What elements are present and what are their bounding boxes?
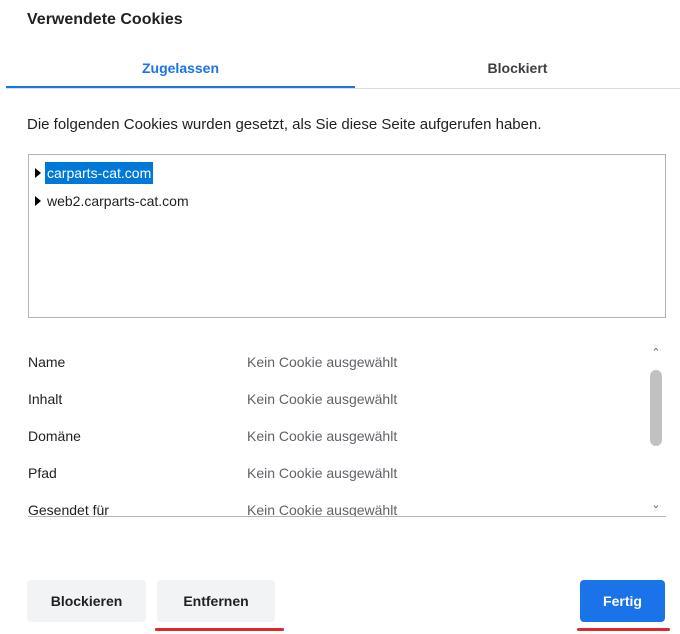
chevron-down-icon[interactable]: ⌄ [649, 498, 663, 512]
detail-key: Domäne [28, 428, 81, 444]
detail-value: Kein Cookie ausgewählt [247, 354, 398, 370]
expand-arrow-icon[interactable] [35, 168, 41, 178]
tree-item-web2-carparts-cat[interactable]: web2.carparts-cat.com [35, 190, 191, 212]
annotation-underline-remove [155, 628, 284, 631]
detail-value: Kein Cookie ausgewählt [247, 428, 398, 444]
detail-row-sent-for: Gesendet für Kein Cookie ausgewählt [28, 500, 648, 517]
block-button[interactable]: Blockieren [27, 580, 146, 622]
detail-key: Gesendet für [28, 502, 109, 517]
tab-allowed[interactable]: Zugelassen [6, 50, 355, 88]
tab-blocked[interactable]: Blockiert [355, 50, 680, 86]
detail-row-name: Name Kein Cookie ausgewählt [28, 352, 648, 372]
remove-button[interactable]: Entfernen [157, 580, 275, 622]
detail-value: Kein Cookie ausgewählt [247, 502, 398, 517]
detail-key: Inhalt [28, 391, 63, 407]
dialog-title: Verwendete Cookies [27, 11, 183, 28]
done-button[interactable]: Fertig [580, 580, 665, 622]
chevron-up-icon[interactable]: ⌃ [649, 346, 663, 360]
detail-key: Name [28, 354, 66, 370]
tab-strip: Zugelassen Blockiert [6, 50, 680, 89]
detail-row-path: Pfad Kein Cookie ausgewählt [28, 463, 648, 483]
detail-key: Pfad [28, 465, 57, 481]
cookies-description: Die folgenden Cookies wurden gesetzt, al… [27, 116, 542, 133]
scrollbar-thumb[interactable] [650, 370, 662, 446]
detail-row-domain: Domäne Kein Cookie ausgewählt [28, 426, 648, 446]
expand-arrow-icon[interactable] [35, 196, 41, 206]
cookie-details: Name Kein Cookie ausgewählt Inhalt Kein … [28, 340, 666, 517]
tree-item-label: web2.carparts-cat.com [47, 193, 189, 209]
tree-item-carparts-cat[interactable]: carparts-cat.com [35, 162, 154, 184]
tree-item-label: carparts-cat.com [45, 162, 154, 184]
detail-value: Kein Cookie ausgewählt [247, 391, 398, 407]
cookie-tree[interactable]: carparts-cat.com web2.carparts-cat.com [28, 154, 666, 318]
details-scrollbar[interactable]: ⌃ ⌄ [646, 342, 666, 516]
detail-row-content: Inhalt Kein Cookie ausgewählt [28, 389, 648, 409]
detail-value: Kein Cookie ausgewählt [247, 465, 398, 481]
annotation-underline-done [577, 628, 670, 631]
